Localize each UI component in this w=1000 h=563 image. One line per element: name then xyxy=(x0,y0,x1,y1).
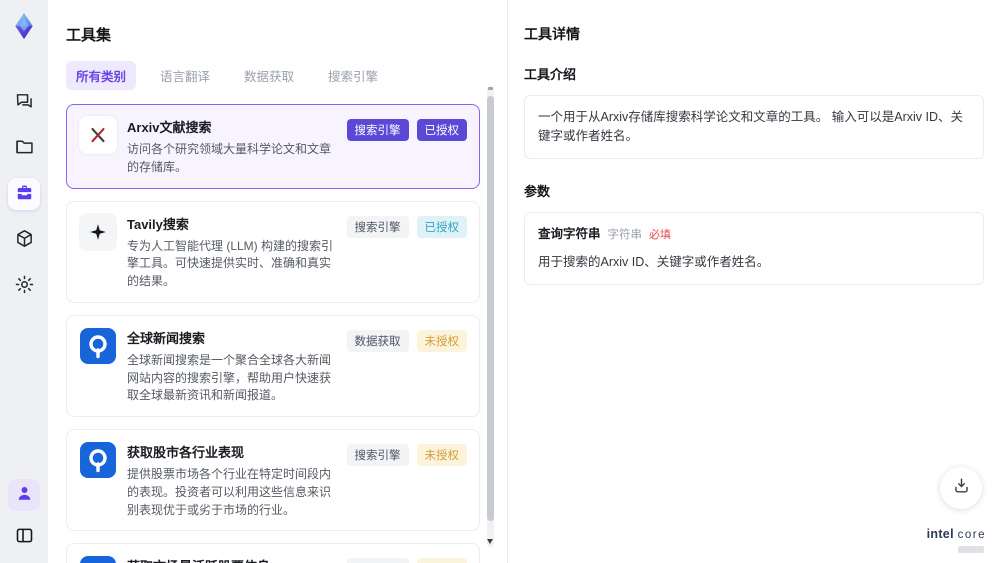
category-badge: 搜索引擎 xyxy=(346,558,409,563)
tool-description: 专为人工智能代理 (LLM) 构建的搜索引擎工具。可快速提供实时、准确和真实的结… xyxy=(127,238,334,289)
news-app-icon xyxy=(79,555,117,563)
toolbox-icon xyxy=(14,182,35,206)
folder-icon xyxy=(14,136,35,160)
sidebar-item-models[interactable] xyxy=(8,224,40,256)
tool-name: 获取股市各行业表现 xyxy=(127,445,245,460)
tool-detail-panel: 工具详情 工具介绍 一个用于从Arxiv存储库搜索科学论文和文章的工具。 输入可… xyxy=(508,0,1000,563)
scroll-down-arrow-icon[interactable] xyxy=(487,539,493,544)
tool-card[interactable]: Tavily搜索 专为人工智能代理 (LLM) 构建的搜索引擎工具。可快速提供实… xyxy=(66,200,480,303)
tool-card[interactable]: 获取市场最活跃股票信息 提供当天交易量最高的股票列表，投资者可以利用这些信息来识… xyxy=(66,543,480,563)
user-icon xyxy=(14,483,35,507)
download-button[interactable] xyxy=(940,467,982,509)
intro-text: 一个用于从Arxiv存储库搜索科学论文和文章的工具。 输入可以是Arxiv ID… xyxy=(538,110,964,143)
intro-heading: 工具介绍 xyxy=(524,67,577,82)
sidebar-item-folder[interactable] xyxy=(8,132,40,164)
tool-list: Arxiv文献搜索 访问各个研究领域大量科学论文和文章的存储库。 搜索引擎 已授… xyxy=(66,104,480,563)
tool-name: Tavily搜索 xyxy=(127,216,189,232)
news-app-icon xyxy=(79,441,117,479)
page-title: 工具集 xyxy=(66,27,112,44)
tool-card[interactable]: 全球新闻搜索 全球新闻搜索是一个聚合全球各大新闻网站内容的搜索引擎，帮助用户快速… xyxy=(66,314,480,417)
tool-card[interactable]: 获取股市各行业表现 提供股票市场各个行业在特定时间段内的表现。投资者可以利用这些… xyxy=(66,429,480,532)
tab-category-3[interactable]: 搜索引擎 xyxy=(318,61,388,90)
category-badge: 搜索引擎 xyxy=(346,119,409,141)
tab-all-categories[interactable]: 所有类别 xyxy=(66,61,137,90)
app-window: 工具集 所有类别 语言翻译 数据获取 搜索引擎 Arxiv文献搜索 访问各个研究领域大… xyxy=(0,0,1000,563)
news-app-icon xyxy=(79,327,117,365)
auth-status-badge: 未授权 xyxy=(416,558,467,563)
param-name: 查询字符串 xyxy=(538,226,601,241)
tab-category-2[interactable]: 数据获取 xyxy=(234,61,304,90)
tool-name: Arxiv文献搜索 xyxy=(127,120,212,135)
tool-list-panel: 工具集 所有类别 语言翻译 数据获取 搜索引擎 Arxiv文献搜索 访问各个研究领域大… xyxy=(48,0,508,563)
tab-category-1[interactable]: 语言翻译 xyxy=(150,61,220,90)
diamond-gem-logo-icon[interactable] xyxy=(6,8,42,44)
category-tabs: 所有类别 语言翻译 数据获取 搜索引擎 xyxy=(66,61,507,90)
tool-description: 提供股票市场各个行业在特定时间段内的表现。投资者可以利用这些信息来识别表现优于或… xyxy=(127,467,332,517)
tool-card[interactable]: Arxiv文献搜索 访问各个研究领域大量科学论文和文章的存储库。 搜索引擎 已授… xyxy=(66,104,480,189)
arxiv-logo-icon xyxy=(87,124,109,146)
param-header: 查询字符串 字符串 必填 xyxy=(538,225,970,244)
auth-status-badge: 已授权 xyxy=(416,215,467,238)
panel-toggle-icon xyxy=(14,525,35,549)
chat-icon xyxy=(14,90,35,114)
tool-description: 全球新闻搜索是一个聚合全球各大新闻网站内容的搜索引擎，帮助用户快速获取全球最新资… xyxy=(127,352,332,403)
auth-status-badge: 已授权 xyxy=(416,119,467,141)
category-badge: 搜索引擎 xyxy=(346,215,409,238)
category-badge: 搜索引擎 xyxy=(346,444,409,466)
sidebar-item-chat[interactable] xyxy=(8,86,40,118)
param-description: 用于搜索的Arxiv ID、关键字或作者姓名。 xyxy=(538,254,770,269)
cube-icon xyxy=(14,228,35,252)
param-type: 字符串 xyxy=(607,228,643,241)
core-wordmark: core xyxy=(957,529,986,542)
params-heading: 参数 xyxy=(524,183,551,199)
scrollbar[interactable] xyxy=(487,86,494,547)
auth-status-badge: 未授权 xyxy=(416,329,467,352)
tool-description: 访问各个研究领域大量科学论文和文章的存储库。 xyxy=(127,142,332,174)
sidebar-bottom xyxy=(8,479,40,553)
intro-box: 一个用于从Arxiv存储库搜索科学论文和文章的工具。 输入可以是Arxiv ID… xyxy=(524,95,984,159)
detail-title: 工具详情 xyxy=(524,26,580,42)
settings-gear-icon xyxy=(14,274,35,298)
tool-name: 全球新闻搜索 xyxy=(127,330,206,346)
download-icon xyxy=(952,476,971,500)
intel-badge-bar xyxy=(958,546,984,553)
sidebar xyxy=(0,0,48,563)
param-required-badge: 必填 xyxy=(649,228,672,241)
intel-core-logo: intel core xyxy=(927,525,986,553)
sidebar-item-settings[interactable] xyxy=(8,270,40,302)
scrollbar-thumb[interactable] xyxy=(487,96,494,521)
category-badge: 数据获取 xyxy=(346,329,409,352)
tool-name: 获取市场最活跃股票信息 xyxy=(127,556,337,563)
sidebar-item-panel[interactable] xyxy=(8,521,40,553)
scroll-up-arrow-icon[interactable] xyxy=(488,87,493,90)
auth-status-badge: 未授权 xyxy=(416,444,467,466)
intel-wordmark: intel xyxy=(926,527,954,542)
sidebar-item-tools[interactable] xyxy=(8,178,40,210)
param-box: 查询字符串 字符串 必填 用于搜索的Arxiv ID、关键字或作者姓名。 xyxy=(524,211,984,285)
tavily-star-icon xyxy=(87,221,109,243)
sidebar-item-user[interactable] xyxy=(8,479,40,511)
sidebar-nav xyxy=(8,86,40,302)
